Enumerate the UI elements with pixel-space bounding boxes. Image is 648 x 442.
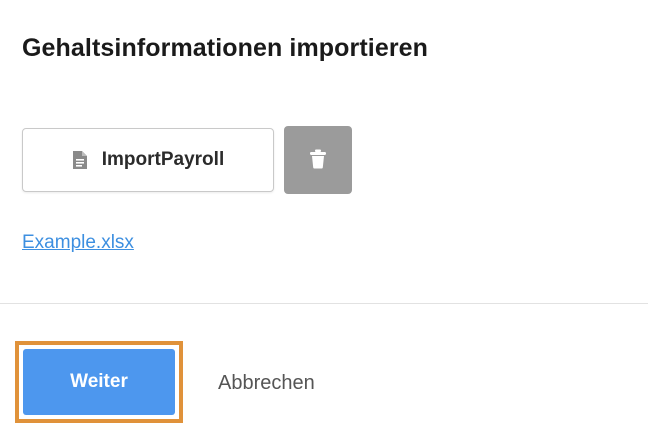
import-payroll-dialog: Gehaltsinformationen importieren ImportP… — [0, 0, 648, 442]
example-file-link[interactable]: Example.xlsx — [22, 232, 134, 254]
next-button[interactable]: Weiter — [23, 349, 175, 415]
footer-divider — [0, 303, 648, 304]
file-row: ImportPayroll — [22, 126, 352, 194]
trash-icon — [309, 149, 327, 172]
cancel-button[interactable]: Abbrechen — [210, 365, 323, 401]
file-chip[interactable]: ImportPayroll — [22, 128, 274, 192]
delete-file-button[interactable] — [284, 126, 352, 194]
document-icon — [72, 150, 88, 170]
file-name: ImportPayroll — [101, 149, 225, 170]
dialog-title: Gehaltsinformationen importieren — [22, 34, 429, 62]
